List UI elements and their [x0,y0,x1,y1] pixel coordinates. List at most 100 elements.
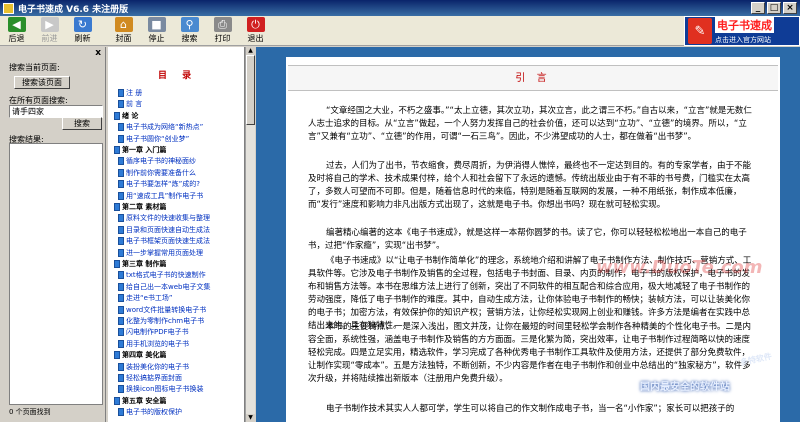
page-icon [118,317,124,325]
page-icon [118,237,124,246]
page-icon [118,157,124,166]
page-icon [118,123,124,132]
content-heading: 引 言 [288,65,778,91]
page-icon [118,180,124,189]
exit-icon: ⏻ [246,17,265,32]
page-icon [118,362,124,371]
book-icon [114,396,120,405]
toc-item[interactable]: txt格式电子书的快速制作 [118,270,206,281]
toc-scrollbar[interactable]: ▲ ▼ [245,47,255,422]
banner-subtitle: 点击进入官方网站 [715,36,771,44]
print-button[interactable]: ⎙ 打印 [206,16,239,46]
search-results-list[interactable] [9,143,103,405]
toc-item[interactable]: 装扮美化你的电子书 [118,362,189,373]
page-icon [118,134,124,143]
book-icon [114,351,120,360]
page-icon [118,168,124,177]
toc-chapter[interactable]: 第一章 入门篇 [114,145,166,156]
toc-item[interactable]: 制作前你需要准备什么 [118,168,196,179]
page-icon [118,374,124,382]
page-icon [118,408,124,417]
home-icon: ⌂ [114,17,133,32]
toc-item[interactable]: 进一步掌握常用页面处理 [118,248,203,259]
page-icon [118,100,124,109]
scroll-thumb[interactable] [246,55,255,125]
printer-icon: ⎙ [213,17,232,32]
toc-chapter[interactable]: 第五章 安全篇 [114,396,166,407]
toc-item[interactable]: 用“速成工具”制作电子书 [118,191,203,202]
stop-button[interactable]: ■ 停止 [140,16,173,46]
toc-item[interactable]: 前 言 [118,99,142,110]
page-icon [118,214,124,223]
content-paragraph: 编著精心编著的这本《电子书速成》，就是这样一本帮你圆梦的书。读了它，你可以轻轻松… [308,228,747,251]
toolbar: ◀ 后退 ▶ 前进 ↻ 刷新 ⌂ 封面 ■ 停止 ⚲ 搜索 ⎙ 打印 ⏻ 退出 [0,16,800,46]
close-panel-icon[interactable]: x [95,48,101,58]
toc-item[interactable]: word文件批量转换电子书 [118,305,206,316]
toc-item[interactable]: 电子书要怎样“炼”成的? [118,179,200,190]
forward-button[interactable]: ▶ 前进 [33,16,66,46]
search-all-button[interactable]: 搜索 [62,117,102,130]
title-bar: 电子书速成 V6.6 未注册版 _ □ × [0,0,800,16]
content-paragraph: 本书的主要特点，一是深入浅出，图文并茂，让你在最短的时间里轻松学会制作各种精美的… [308,322,752,384]
toc-chapter[interactable]: 第三章 制作篇 [114,259,166,270]
forward-arrow-icon: ▶ [40,17,59,32]
toc-item[interactable]: 注 册 [118,88,142,99]
scroll-up-icon[interactable]: ▲ [246,47,255,55]
page-icon [118,328,124,337]
book-icon [114,260,120,268]
search-button[interactable]: ⚲ 搜索 [173,16,206,46]
close-button[interactable]: × [783,2,797,14]
maximize-button[interactable]: □ [767,2,781,14]
toc-item[interactable]: 换换icon图标电子书换装 [118,384,204,395]
refresh-button[interactable]: ↻ 刷新 [66,16,99,46]
watermark-site: www.DuoTe.com [596,257,763,278]
page-icon [118,282,124,291]
banner-title: 电子书速成 [715,17,774,33]
toc-chapter[interactable]: 绪 论 [114,111,138,122]
toc-item[interactable]: 用手机浏览的电子书 [118,339,189,350]
toc-item[interactable]: 轻松搞掂界面封面 [118,373,182,384]
results-status: 0 个页面找到 [9,408,51,416]
toc-item[interactable]: 电子书圆你“创业梦” [118,134,189,145]
toc-item[interactable]: 目录和页面快速自动生成法 [118,225,210,236]
page-icon [118,271,124,280]
content-paragraph: “文章经国之大业，不朽之盛事。”“太上立德，其次立功，其次立言，此之谓三不朽。”… [308,106,752,142]
toc-item[interactable]: 给自己出一本web电子文集 [118,282,210,293]
page-icon [118,385,124,394]
book-icon [114,111,120,120]
toc-chapter[interactable]: 第四章 美化篇 [114,350,166,361]
toc-item[interactable]: 循序电子书的神秘面纱 [118,156,196,167]
page-icon [118,294,124,303]
stop-icon: ■ [147,17,166,32]
window-title: 电子书速成 V6.6 未注册版 [18,4,129,15]
toc-item[interactable]: 走进“e书工场” [118,293,173,304]
exit-button[interactable]: ⏻ 退出 [239,16,272,46]
scroll-down-icon[interactable]: ▼ [246,414,255,422]
content-page: 引 言 “文章经国之大业，不朽之盛事。”“太上立德，其次立功，其次立言，此之谓三… [286,57,780,422]
toc-item[interactable]: 电子书框架页面快速生成法 [118,236,210,247]
page-icon [118,191,124,200]
minimize-button[interactable]: _ [751,2,765,14]
official-site-banner[interactable]: ✎ 电子书速成 点击进入官方网站 [684,16,800,46]
page-icon [118,225,124,234]
content-viewer: 引 言 “文章经国之大业，不朽之盛事。”“太上立德，其次立功，其次立言，此之谓三… [256,47,800,422]
toc-item[interactable]: 电子书成为网络“新热点” [118,122,203,133]
back-button[interactable]: ◀ 后退 [0,16,33,46]
ebook-logo-icon: ✎ [688,18,712,44]
toc-item[interactable]: 原料文件的快速收集与整理 [118,213,210,224]
search-current-page-button[interactable]: 搜索该页面 [14,76,70,89]
toc-item[interactable]: 电子书的版权保护 [118,407,182,418]
search-current-label: 搜索当前页面: [9,63,60,72]
watermark-corner: 国内最安全的软件站 [640,382,730,393]
toc-chapter[interactable]: 第二章 素材篇 [114,202,166,213]
toc-item[interactable]: 闪电制作PDF电子书 [118,327,189,338]
back-arrow-icon: ◀ [7,17,26,32]
toc-item[interactable]: 化整为零制作chm电子书 [118,316,204,327]
toc-title: 目 录 [158,71,198,81]
search-icon: ⚲ [180,17,199,32]
page-icon [118,89,124,97]
page-icon [118,248,124,257]
cover-button[interactable]: ⌂ 封面 [107,16,140,46]
content-paragraph: 过去，人们为了出书，节衣缩食，费尽周折，为伊消得人憔悴，最终也不一定达到目的。有… [308,161,752,210]
page-icon [118,305,124,314]
